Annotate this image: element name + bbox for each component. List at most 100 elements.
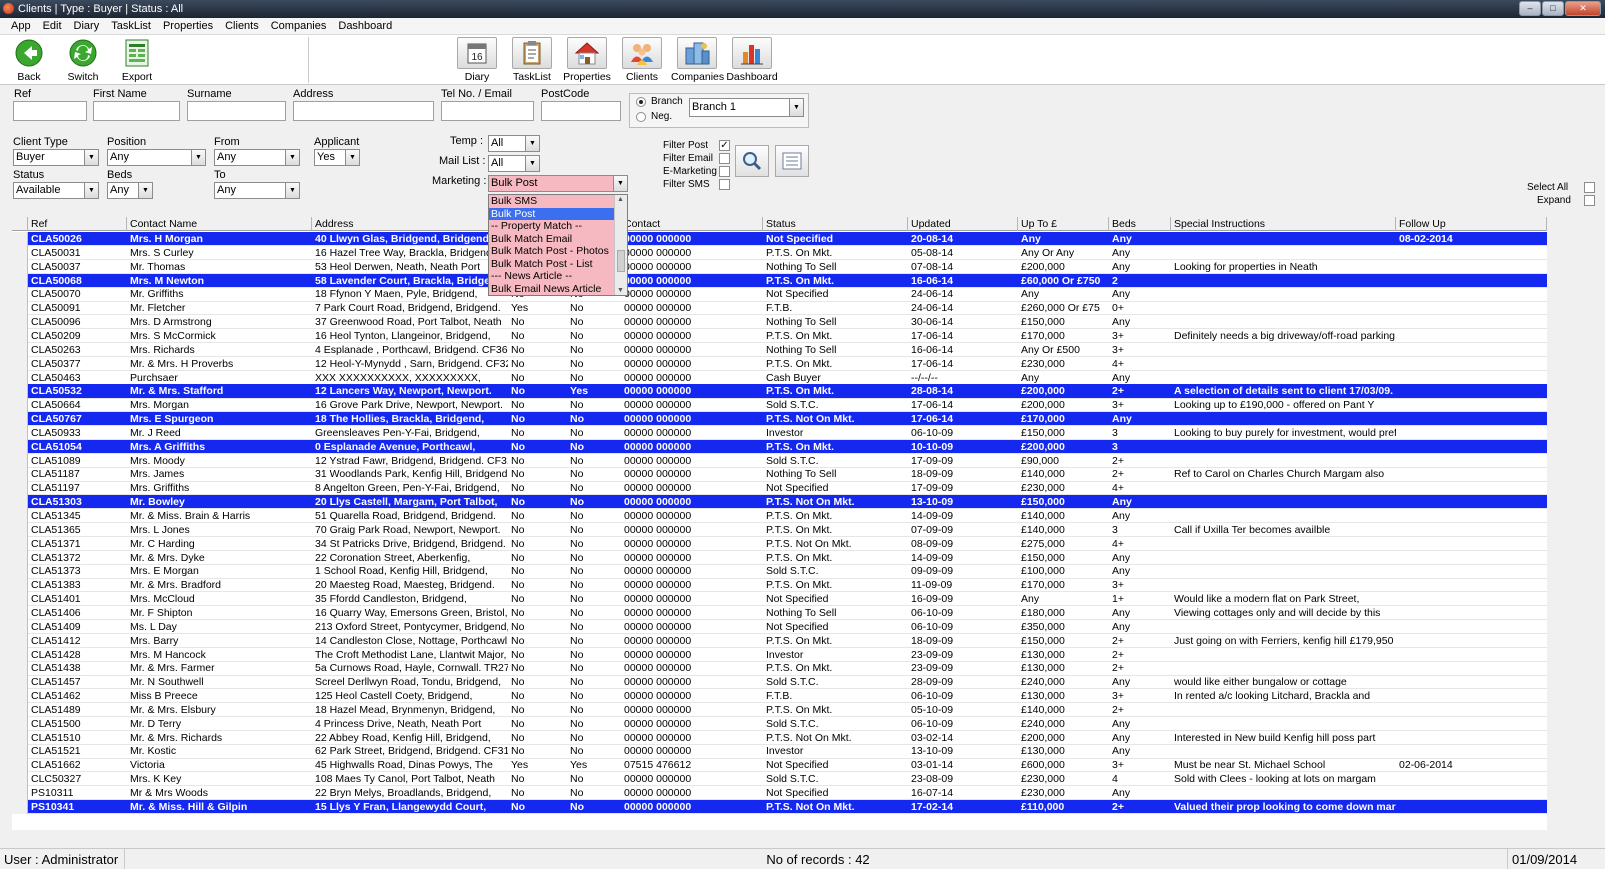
minimize-button[interactable]: –: [1519, 1, 1541, 16]
table-row[interactable]: CLA51521 Mr. Kostic 62 Park Street, Bridge…: [12, 744, 1547, 759]
maximize-button[interactable]: □: [1542, 1, 1564, 16]
row-indicator[interactable]: [12, 245, 28, 260]
table-row[interactable]: CLA50767 Mrs. E Spurgeon 18 The Hollies, B…: [12, 412, 1547, 427]
position-select[interactable]: Any ▼: [107, 149, 206, 166]
scroll-thumb[interactable]: [617, 250, 625, 272]
row-indicator[interactable]: [12, 786, 28, 800]
column-header-contact[interactable]: Contact: [621, 217, 763, 231]
column-header-beds[interactable]: Beds: [1109, 217, 1171, 231]
address-input[interactable]: [293, 101, 434, 121]
menu-tasklist[interactable]: TaskList: [105, 18, 157, 34]
table-row[interactable]: CLA50096 Mrs. D Armstrong 37 Greenwood Roa…: [12, 315, 1547, 330]
switch-button[interactable]: Switch: [57, 37, 109, 83]
table-row[interactable]: CLA50031 Mrs. S Curley 16 Hazel Tree Way, …: [12, 245, 1547, 261]
status-select[interactable]: Available ▼: [13, 182, 99, 199]
column-header-address[interactable]: Address: [312, 217, 508, 231]
table-row[interactable]: CLA51345 Mr. & Miss. Brain & Harris 51 Qua…: [12, 509, 1547, 524]
marketing-option[interactable]: Bulk Post: [489, 207, 614, 220]
companies-button[interactable]: Companies: [671, 37, 724, 83]
scroll-up-icon[interactable]: ▲: [617, 196, 624, 203]
branch-select[interactable]: Branch 1 ▼: [689, 98, 804, 117]
table-row[interactable]: CLA51489 Mr. & Mrs. Elsbury 18 Hazel Mead,…: [12, 702, 1547, 718]
table-row[interactable]: CLA51383 Mr. & Mrs. Bradford 20 Maesteg Ro…: [12, 578, 1547, 593]
list-view-button[interactable]: [775, 145, 809, 177]
select-all-checkbox[interactable]: [1584, 182, 1595, 193]
back-button[interactable]: Back: [3, 37, 55, 83]
row-indicator[interactable]: [12, 522, 28, 537]
row-indicator[interactable]: [12, 716, 28, 731]
postcode-input[interactable]: [541, 101, 621, 121]
marketing-option[interactable]: --- News Article --: [489, 270, 614, 283]
marketing-option[interactable]: Bulk Match Post - List: [489, 258, 614, 271]
row-indicator[interactable]: [12, 799, 28, 814]
table-row[interactable]: CLA51089 Mrs. Moody 12 Ystrad Fawr, Bridge…: [12, 453, 1547, 468]
menu-companies[interactable]: Companies: [265, 18, 333, 34]
row-indicator[interactable]: [12, 605, 28, 620]
table-row[interactable]: CLA51500 Mr. D Terry 4 Princess Drive, Nea…: [12, 716, 1547, 731]
branch-radio[interactable]: [636, 97, 646, 107]
menu-edit[interactable]: Edit: [37, 18, 68, 34]
table-row[interactable]: CLA51462 Miss B Preece 125 Heol Castell Co…: [12, 689, 1547, 704]
table-row[interactable]: CLA50933 Mr. J Reed Greensleaves Pen-Y-Fai…: [12, 425, 1547, 441]
export-button[interactable]: Export: [111, 37, 163, 83]
table-row[interactable]: CLA51438 Mr. & Mrs. Farmer 5a Curnows Road…: [12, 661, 1547, 676]
filter-post-checkbox[interactable]: ✓: [719, 140, 730, 151]
table-row[interactable]: CLA51457 Mr. N Southwell Screel Derllwyn R…: [12, 675, 1547, 690]
row-indicator[interactable]: [12, 744, 28, 759]
row-indicator[interactable]: [12, 633, 28, 648]
row-indicator[interactable]: [12, 232, 28, 246]
row-indicator[interactable]: [12, 509, 28, 523]
to-select[interactable]: Any ▼: [214, 182, 300, 199]
table-row[interactable]: CLA51662 Victoria 45 Highwalls Road, Dinas…: [12, 758, 1547, 773]
table-row[interactable]: CLA50532 Mr. & Mrs. Stafford 12 Lancers Wa…: [12, 384, 1547, 399]
maillist-select[interactable]: All ▼: [488, 155, 540, 172]
menu-app[interactable]: App: [5, 18, 37, 34]
tasklist-button[interactable]: TaskList: [506, 37, 558, 83]
table-row[interactable]: CLA50026 Mrs. H Morgan 40 Llwyn Glas, Brid…: [12, 232, 1547, 247]
table-row[interactable]: CLA51054 Mrs. A Griffiths 0 Esplanade Aven…: [12, 439, 1547, 454]
row-indicator[interactable]: [12, 564, 28, 579]
from-select[interactable]: Any ▼: [214, 149, 300, 166]
row-indicator[interactable]: [12, 481, 28, 496]
row-indicator[interactable]: [12, 439, 28, 454]
table-row[interactable]: CLA50070 Mr. Griffiths 18 Ffynon Y Maen, P…: [12, 287, 1547, 302]
column-header-special-instructions[interactable]: Special Instructions: [1171, 217, 1396, 231]
table-row[interactable]: CLA51510 Mr. & Mrs. Richards 22 Abbey Road…: [12, 730, 1547, 745]
close-button[interactable]: ✕: [1565, 1, 1601, 16]
row-indicator[interactable]: [12, 578, 28, 593]
row-indicator[interactable]: [12, 647, 28, 662]
column-header-ref[interactable]: Ref: [28, 217, 127, 231]
table-row[interactable]: CLA50209 Mrs. S McCormick 16 Heol Tynton, …: [12, 328, 1547, 344]
filter-email-checkbox[interactable]: [719, 153, 730, 164]
row-indicator[interactable]: [12, 536, 28, 551]
row-indicator[interactable]: [12, 619, 28, 634]
table-row[interactable]: CLA50377 Mr. & Mrs. H Proverbs 12 Heol-Y-M…: [12, 356, 1547, 371]
row-indicator[interactable]: [12, 453, 28, 468]
row-indicator[interactable]: [12, 467, 28, 482]
row-indicator[interactable]: [12, 592, 28, 607]
column-header-follow-up[interactable]: Follow Up: [1396, 217, 1547, 231]
table-row[interactable]: CLA51365 Mrs. L Jones 70 Graig Park Road, …: [12, 522, 1547, 538]
row-indicator[interactable]: [12, 758, 28, 773]
table-row[interactable]: CLA51401 Mrs. McCloud 35 Ffordd Candleston…: [12, 592, 1547, 607]
table-row[interactable]: CLA51409 Ms. L Day 213 Oxford Street, Pont…: [12, 619, 1547, 634]
row-indicator[interactable]: [12, 675, 28, 690]
firstname-input[interactable]: [93, 101, 180, 121]
beds-select[interactable]: Any ▼: [107, 182, 153, 199]
menu-diary[interactable]: Diary: [68, 18, 106, 34]
table-row[interactable]: CLA50664 Mrs. Morgan 16 Grove Park Drive, …: [12, 398, 1547, 413]
table-row[interactable]: CLA51373 Mrs. E Morgan 1 School Road, Kenf…: [12, 564, 1547, 579]
table-row[interactable]: PS10311 Mr & Mrs Woods 22 Bryn Melys, Broa…: [12, 786, 1547, 801]
table-row[interactable]: CLA51371 Mr. C Harding 34 St Patricks Driv…: [12, 536, 1547, 551]
expand-checkbox[interactable]: [1584, 195, 1595, 206]
row-indicator[interactable]: [12, 301, 28, 316]
row-indicator[interactable]: [12, 342, 28, 357]
search-button[interactable]: [735, 145, 769, 177]
marketing-option[interactable]: Bulk Email News Article: [489, 283, 614, 296]
row-indicator[interactable]: [12, 273, 28, 288]
column-header-status[interactable]: Status: [763, 217, 908, 231]
table-row[interactable]: CLA51372 Mr. & Mrs. Dyke 22 Coronation Str…: [12, 550, 1547, 565]
dropdown-scrollbar[interactable]: ▲ ▼: [614, 195, 627, 295]
table-row[interactable]: CLA50463 Purchsaer XXX XXXXXXXXXX, XXXXXXX…: [12, 370, 1547, 385]
ref-input[interactable]: [13, 101, 87, 121]
